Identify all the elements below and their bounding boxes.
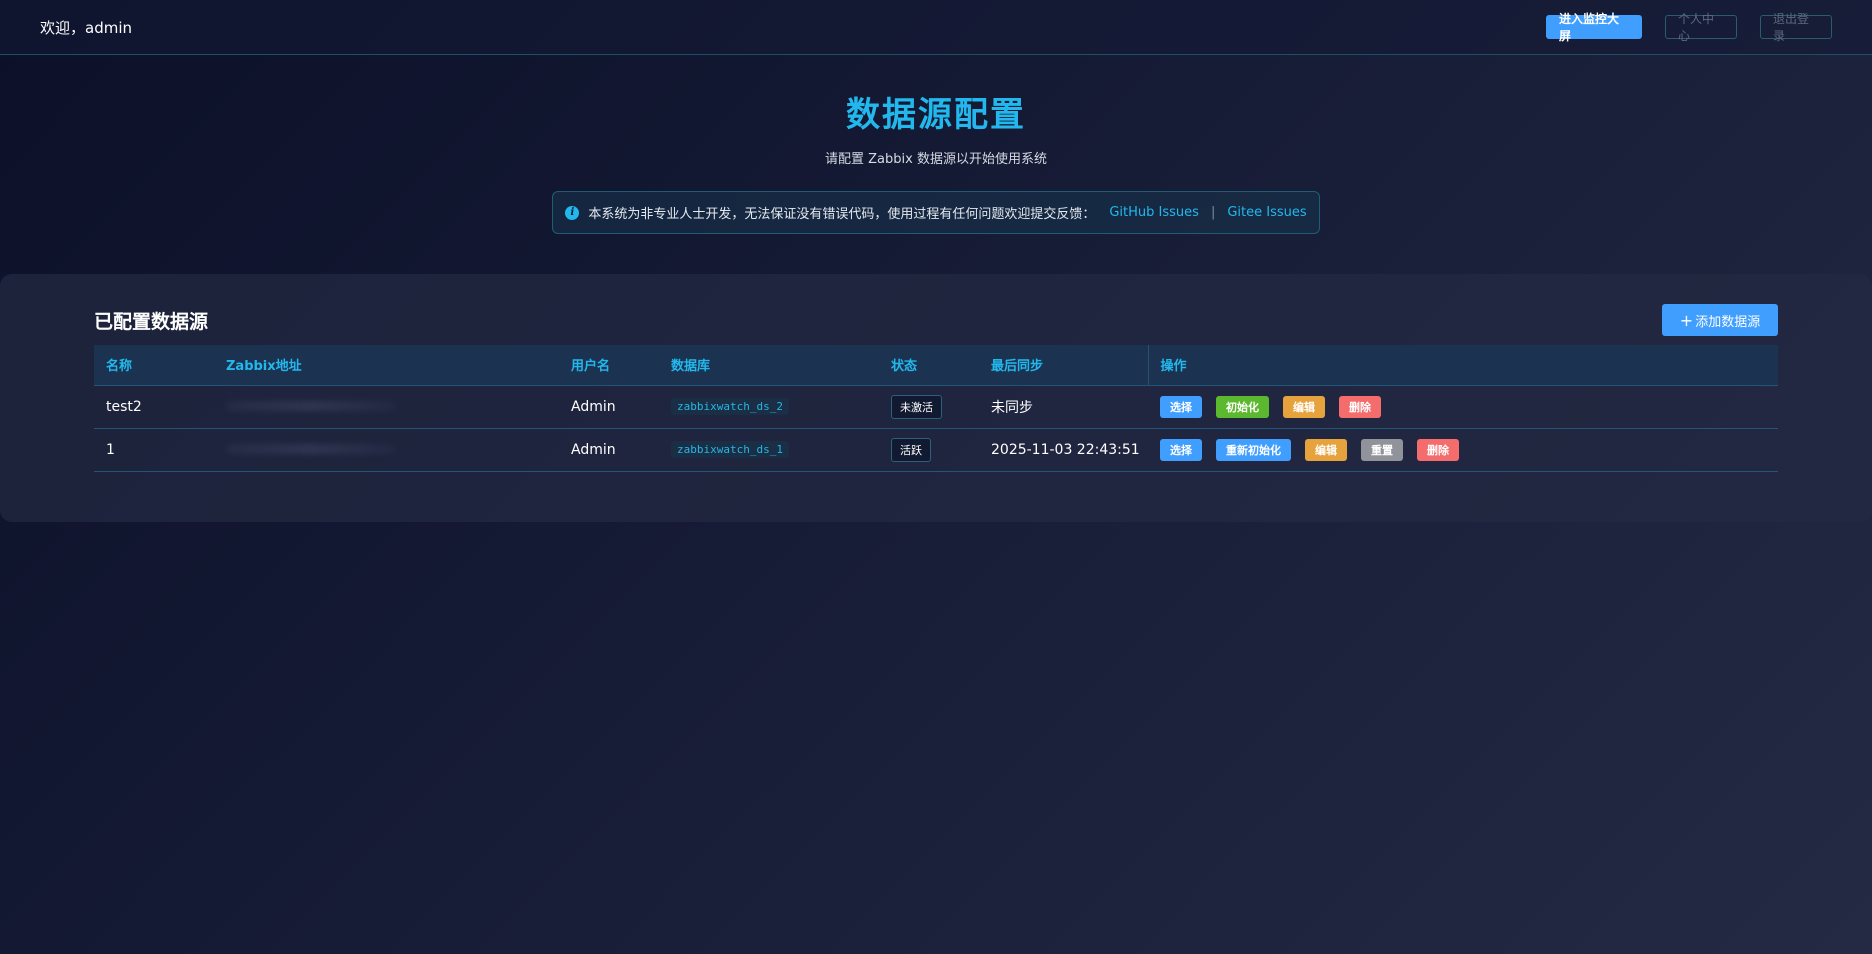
status-badge: 活跃 — [891, 437, 931, 462]
row-db: zabbixwatch_ds_2 — [659, 385, 879, 428]
row-name: test2 — [106, 398, 142, 415]
col-name-header: 名称 — [94, 345, 214, 386]
info-icon: i — [565, 205, 580, 220]
panel-header: 已配置数据源 + 添加数据源 — [94, 304, 1778, 336]
db-tag: zabbixwatch_ds_2 — [671, 398, 789, 415]
profile-button[interactable]: 个人中心 — [1665, 12, 1737, 43]
notice-text: 本系统为非专业人士开发，无法保证没有错误代码，使用过程有任何问题欢迎提交反馈： — [588, 207, 1096, 223]
col-user-header: 用户名 — [559, 345, 659, 386]
datasource-table: 名称 Zabbix地址 用户名 数据库 状态 最后同步 操作 test2 Adm… — [94, 345, 1778, 472]
page-subtitle: 请配置 Zabbix 数据源以开始使用系统 — [825, 152, 1047, 168]
select-button[interactable]: 选择 — [1160, 438, 1202, 461]
enter-monitor-screen-button[interactable]: 进入监控大屏 — [1546, 12, 1642, 43]
hero-section: 数据源配置 请配置 Zabbix 数据源以开始使用系统 i 本系统为非专业人士开… — [0, 55, 1872, 235]
row-actions: 选择 重新初始化 编辑 重置 删除 — [1148, 428, 1778, 471]
plus-icon: + — [1679, 310, 1694, 330]
gitee-issues-link[interactable]: Gitee Issues — [1227, 205, 1306, 220]
row-status: 未激活 — [879, 385, 979, 428]
col-url-header: Zabbix地址 — [214, 345, 559, 386]
row-db: zabbixwatch_ds_1 — [659, 428, 879, 471]
row-last-sync: 未同步 — [991, 399, 1033, 416]
edit-button[interactable]: 编辑 — [1283, 395, 1325, 418]
db-tag: zabbixwatch_ds_1 — [671, 441, 789, 458]
row-actions: 选择 初始化 编辑 删除 — [1148, 385, 1778, 428]
row-user: Admin — [571, 441, 616, 458]
row-last-sync: 2025-11-03 22:43:51 — [991, 441, 1140, 458]
delete-button[interactable]: 删除 — [1339, 395, 1381, 418]
delete-button[interactable]: 删除 — [1417, 438, 1459, 461]
redacted-url — [226, 443, 396, 454]
datasource-panel: 已配置数据源 + 添加数据源 名称 Zabbix地址 用户名 数据库 状态 最后… — [0, 274, 1872, 522]
reinitialize-button[interactable]: 重新初始化 — [1216, 438, 1291, 461]
row-name: 1 — [106, 441, 115, 458]
add-datasource-label: 添加数据源 — [1695, 314, 1761, 330]
feedback-notice: i 本系统为非专业人士开发，无法保证没有错误代码，使用过程有任何问题欢迎提交反馈… — [552, 191, 1320, 235]
redacted-url — [226, 400, 396, 411]
row-status: 活跃 — [879, 428, 979, 471]
top-bar: 欢迎，admin 进入监控大屏 个人中心 退出登录 — [0, 0, 1872, 55]
top-actions: 进入监控大屏 个人中心 退出登录 — [1546, 12, 1832, 43]
col-last-sync-header: 最后同步 — [979, 345, 1148, 386]
table-row: 1 Admin zabbixwatch_ds_1 活跃 2025-11-03 2… — [94, 428, 1778, 471]
link-separator: | — [1210, 205, 1216, 221]
reset-button[interactable]: 重置 — [1361, 438, 1403, 461]
col-db-header: 数据库 — [659, 345, 879, 386]
table-header-row: 名称 Zabbix地址 用户名 数据库 状态 最后同步 操作 — [94, 345, 1778, 386]
initialize-button[interactable]: 初始化 — [1216, 395, 1269, 418]
row-url — [214, 385, 559, 428]
row-user: Admin — [571, 398, 616, 415]
welcome-text: 欢迎，admin — [40, 18, 132, 37]
add-datasource-button[interactable]: + 添加数据源 — [1662, 304, 1778, 336]
logout-button[interactable]: 退出登录 — [1760, 12, 1832, 43]
panel-title: 已配置数据源 — [94, 310, 209, 333]
status-badge: 未激活 — [891, 394, 942, 419]
github-issues-link[interactable]: GitHub Issues — [1109, 205, 1199, 220]
col-status-header: 状态 — [879, 345, 979, 386]
table-row: test2 Admin zabbixwatch_ds_2 未激活 未同步 选择初… — [94, 385, 1778, 428]
edit-button[interactable]: 编辑 — [1305, 438, 1347, 461]
page-title: 数据源配置 — [846, 95, 1026, 135]
select-button[interactable]: 选择 — [1160, 395, 1202, 418]
row-url — [214, 428, 559, 471]
col-ops-header: 操作 — [1147, 345, 1778, 386]
